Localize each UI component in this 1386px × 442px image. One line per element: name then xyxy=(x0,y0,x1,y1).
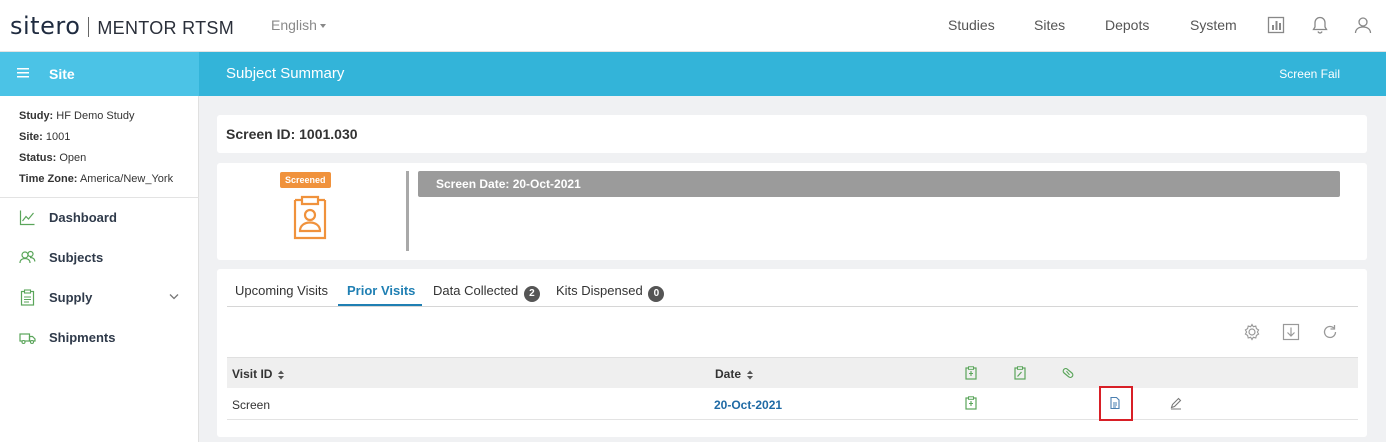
subject-status: Screen Fail xyxy=(1279,67,1340,81)
language-label: English xyxy=(271,17,317,33)
visits-tabs: Upcoming Visits Prior Visits Data Collec… xyxy=(227,277,1358,307)
highlight-box xyxy=(1099,386,1133,421)
chart-line-icon xyxy=(19,210,35,226)
divider xyxy=(406,171,409,251)
site-info: Study: HF Demo Study Site: 1001 Status: … xyxy=(0,96,198,190)
sidebar-title: Site xyxy=(49,66,75,82)
sidebar-item-shipments[interactable]: Shipments xyxy=(0,325,199,353)
status-value: Open xyxy=(59,152,87,164)
column-label: Visit ID xyxy=(232,367,273,381)
tab-upcoming-visits[interactable]: Upcoming Visits xyxy=(235,283,328,298)
study-label: Study: xyxy=(19,110,54,122)
table-header: Visit ID Date xyxy=(227,357,1358,388)
sidebar-item-label: Dashboard xyxy=(49,210,117,225)
logo[interactable]: sitero MENTOR RTSM xyxy=(10,12,234,40)
visit-id-cell: Screen xyxy=(232,398,271,412)
table-row: Screen 20-Oct-2021 xyxy=(227,388,1358,420)
dispense-icon[interactable] xyxy=(964,396,978,410)
nav-sites[interactable]: Sites xyxy=(1034,17,1065,33)
sidebar-item-dashboard[interactable]: Dashboard xyxy=(0,205,199,233)
column-label: Date xyxy=(715,367,742,381)
clipboard-person-icon xyxy=(293,195,327,240)
sort-icon xyxy=(278,370,285,380)
tab-data-collected[interactable]: Data Collected 2 xyxy=(433,283,540,302)
column-date[interactable]: Date xyxy=(715,367,754,381)
count-badge: 2 xyxy=(523,286,540,302)
nav-depots[interactable]: Depots xyxy=(1105,17,1149,33)
settings-gear-icon[interactable] xyxy=(1242,322,1262,342)
status-label: Status: xyxy=(19,152,57,164)
subject-status-card: Screened Screen Date: 20-Oct-2021 xyxy=(217,163,1367,260)
logo-text: sitero xyxy=(10,12,81,40)
sidebar-item-label: Subjects xyxy=(49,250,104,265)
top-bar: sitero MENTOR RTSM English Studies Sites… xyxy=(0,0,1386,52)
bell-icon[interactable] xyxy=(1310,15,1330,35)
site-value: 1001 xyxy=(45,131,71,143)
hamburger-menu-icon[interactable] xyxy=(17,67,31,79)
logo-divider xyxy=(88,17,90,37)
active-tab-indicator xyxy=(338,304,422,306)
sidebar-item-subjects[interactable]: Subjects xyxy=(0,245,199,273)
chevron-down-icon[interactable] xyxy=(169,293,179,300)
page-title: Subject Summary xyxy=(226,65,345,82)
nav-system[interactable]: System xyxy=(1190,17,1237,33)
sidebar-item-label: Supply xyxy=(49,290,93,305)
page-header: Subject Summary Screen Fail xyxy=(199,52,1386,96)
caret-down-icon xyxy=(319,24,326,28)
dispense-icon xyxy=(965,366,977,380)
tab-prior-visits[interactable]: Prior Visits xyxy=(347,283,415,298)
timezone-label: Time Zone: xyxy=(19,173,78,185)
visits-card: Upcoming Visits Prior Visits Data Collec… xyxy=(217,269,1367,437)
sidebar-header: Site xyxy=(0,52,199,96)
status-badge: Screened xyxy=(280,172,331,188)
pill-icon xyxy=(1062,367,1074,379)
column-visit-id[interactable]: Visit ID xyxy=(232,367,285,381)
language-dropdown[interactable]: English xyxy=(271,17,326,33)
download-icon[interactable] xyxy=(1281,322,1301,342)
users-icon xyxy=(19,250,36,264)
study-value: HF Demo Study xyxy=(56,110,135,122)
screen-id-card: Screen ID: 1001.030 xyxy=(217,115,1367,153)
sort-icon xyxy=(747,370,754,380)
product-name: MENTOR RTSM xyxy=(97,18,235,38)
pencil-edit-icon[interactable] xyxy=(1169,396,1183,410)
truck-icon xyxy=(19,333,36,345)
refresh-icon[interactable] xyxy=(1320,322,1340,342)
tab-label: Kits Dispensed xyxy=(556,283,643,298)
sidebar-item-label: Shipments xyxy=(49,330,116,345)
reports-icon[interactable] xyxy=(1266,15,1286,35)
clipboard-icon xyxy=(20,289,35,306)
tab-kits-dispensed[interactable]: Kits Dispensed 0 xyxy=(556,283,665,302)
divider xyxy=(0,197,199,198)
screen-id: Screen ID: 1001.030 xyxy=(226,126,358,142)
sidebar-item-supply[interactable]: Supply xyxy=(0,285,199,313)
tab-label: Data Collected xyxy=(433,283,519,298)
count-badge: 0 xyxy=(648,286,665,302)
nav-studies[interactable]: Studies xyxy=(948,17,995,33)
sidebar: Study: HF Demo Study Site: 1001 Status: … xyxy=(0,96,199,442)
user-icon[interactable] xyxy=(1353,15,1373,35)
screen-date: Screen Date: 20-Oct-2021 xyxy=(436,177,581,191)
edit-form-icon xyxy=(1014,366,1026,380)
timezone-value: America/New_York xyxy=(79,173,174,185)
visit-date-link[interactable]: 20-Oct-2021 xyxy=(714,398,782,412)
screen-date-bar: Screen Date: 20-Oct-2021 xyxy=(418,171,1340,197)
site-label: Site: xyxy=(19,131,43,143)
